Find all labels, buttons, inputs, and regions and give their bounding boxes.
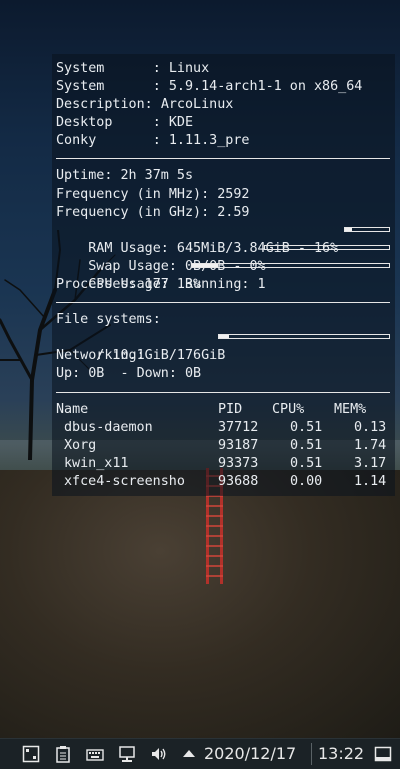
processes-row: Processes: 177 Running: 1 (56, 277, 266, 293)
conky-version-value: 1.11.3_pre (168, 133, 250, 149)
desktop-value: KDE (168, 115, 194, 131)
conky-widget: System : Linux System : 5.9.14-arch1-1 o… (52, 54, 395, 496)
cpu-usage-bar-fill (192, 263, 218, 267)
taskbar: 2020/12/17 13:22 (0, 738, 400, 769)
ram-usage-bar-fill (345, 227, 353, 231)
filesystems-title: File systems: (56, 312, 161, 328)
system-kernel-value: 5.9.14-arch1-1 on x86_64 (168, 79, 363, 95)
ram-usage-bar (344, 226, 390, 232)
system-os-value: Linux (168, 61, 210, 76)
conky-version-row: Conky : 1.11.3_pre (56, 133, 250, 149)
divider (56, 302, 390, 304)
networking-title: Networking: (56, 348, 145, 364)
clock-time[interactable]: 13:22 (318, 744, 364, 763)
volume-icon[interactable] (150, 745, 168, 763)
root-fs-bar (218, 334, 390, 340)
process-row: dbus-daemon 37712 0.51 0.13 (64, 419, 387, 435)
divider (56, 391, 390, 393)
ram-usage-row: RAM Usage: 645MiB/3.84GiB - 16% (56, 222, 395, 256)
desktop-row: Desktop : KDE (56, 115, 194, 131)
frequency-mhz-row: Frequency (in MHz): 2592 (56, 186, 250, 202)
cpu-usage-row: CPU Usage: 13% (56, 258, 395, 292)
cpu-usage-bar (191, 262, 390, 268)
description-row: Description: ArcoLinux (56, 97, 234, 113)
description-value: ArcoLinux (160, 97, 234, 113)
clipboard-icon[interactable] (54, 745, 72, 763)
process-row: kwin_x11 93373 0.51 3.17 (64, 455, 387, 471)
network-icon[interactable] (118, 745, 136, 763)
show-desktop-icon[interactable] (374, 745, 392, 763)
app-launcher-icon[interactable] (22, 745, 40, 763)
process-table-header: Name PID CPU% MEM% (56, 401, 367, 417)
network-row: Up: 0B - Down: 0B (56, 366, 202, 382)
swap-usage-bar (264, 244, 390, 250)
process-row: Xorg 93187 0.51 1.74 (64, 437, 387, 453)
taskbar-separator (311, 743, 312, 765)
system-kernel-row: System : Linux (56, 61, 210, 76)
tray-expand-icon[interactable] (180, 745, 198, 763)
root-fs-row: / 10.1GiB/176GiB (56, 329, 395, 363)
root-fs-bar-fill (219, 335, 230, 339)
uptime-row: Uptime: 2h 37m 5s (56, 168, 194, 184)
frequency-ghz-row: Frequency (in GHz): 2.59 (56, 204, 250, 220)
swap-usage-row: Swap Usage: 0B/0B - 0% (56, 240, 395, 274)
divider (56, 158, 390, 160)
system-kernel-row: System : 5.9.14-arch1-1 on x86_64 (56, 79, 363, 95)
process-row: xfce4-screensho 93688 0.00 1.14 (64, 473, 387, 489)
keyboard-icon[interactable] (86, 745, 104, 763)
clock-date[interactable]: 2020/12/17 (204, 744, 296, 763)
